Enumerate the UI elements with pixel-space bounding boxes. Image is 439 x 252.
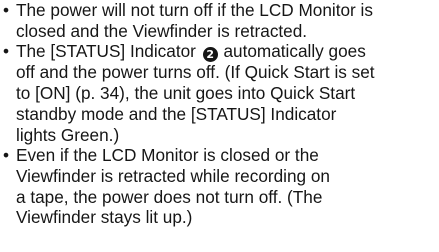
item-text-line: a tape, the power does not turn off. (Th… bbox=[16, 186, 323, 207]
list-item: • Even if the LCD Monitor is closed or t… bbox=[3, 145, 437, 228]
bullet-icon: • bbox=[3, 145, 10, 166]
status-indicator-number-badge: 2 bbox=[202, 47, 218, 63]
item-text-line: The [STATUS] Indicator 2 automatically g… bbox=[16, 41, 437, 63]
bullet-icon: • bbox=[3, 0, 10, 20]
item-text-segment: automatically goes bbox=[223, 41, 366, 62]
item-text-line: to [ON] (p. 34), the unit goes into Quic… bbox=[16, 83, 356, 104]
item-text-segment: The [STATUS] Indicator bbox=[16, 41, 196, 62]
item-text-line: Viewfinder is retracted while recording … bbox=[16, 165, 330, 186]
list-item: • The power will not turn off if the LCD… bbox=[3, 0, 437, 41]
item-text-line: closed and the Viewfinder is retracted. bbox=[16, 20, 308, 41]
item-text-line: standby mode and the [STATUS] Indicator bbox=[16, 103, 337, 124]
item-text-line: Viewfinder stays lit up.) bbox=[16, 207, 193, 228]
bullet-icon: • bbox=[3, 41, 10, 62]
item-text-line: Even if the LCD Monitor is closed or the bbox=[16, 145, 319, 166]
item-text-line: off and the power turns off. (If Quick S… bbox=[16, 62, 375, 83]
item-text-line: lights Green.) bbox=[16, 124, 120, 145]
list-item: • The [STATUS] Indicator 2 automatically… bbox=[3, 41, 437, 145]
note-list: • The power will not turn off if the LCD… bbox=[3, 0, 437, 228]
manual-page: • The power will not turn off if the LCD… bbox=[0, 0, 439, 252]
item-text-line: The power will not turn off if the LCD M… bbox=[16, 0, 373, 20]
